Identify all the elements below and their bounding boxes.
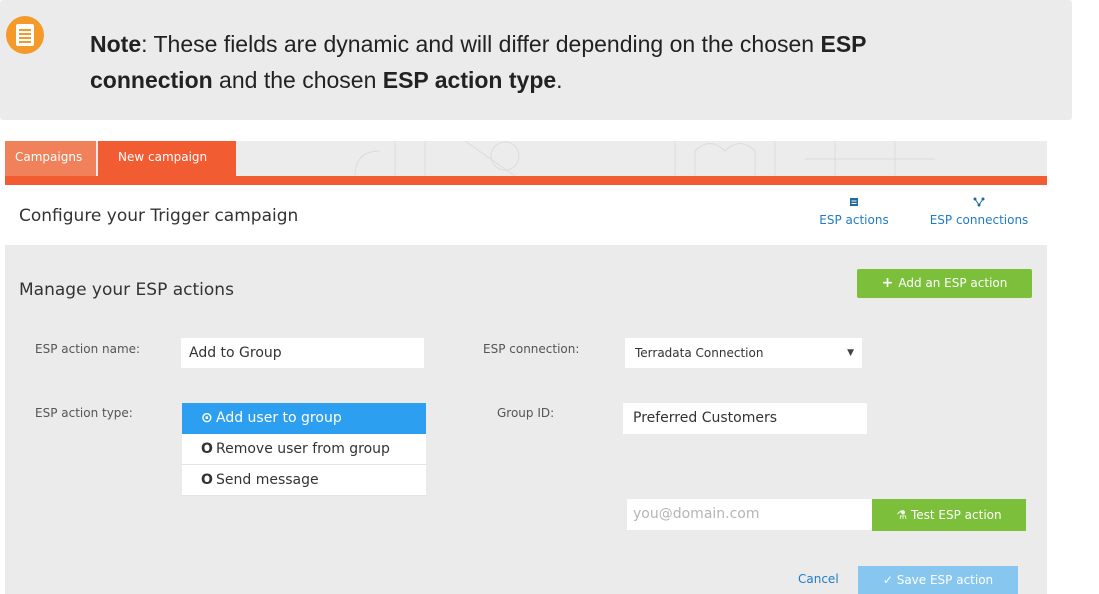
page-title: Configure your Trigger campaign <box>19 206 299 226</box>
section-title: Manage your ESP actions <box>19 280 234 300</box>
network-icon <box>920 197 1038 213</box>
plus-icon: + <box>881 275 894 291</box>
esp-connections-link[interactable]: ESP connections <box>920 197 1038 227</box>
save-esp-action-button[interactable]: ✓ Save ESP action <box>858 566 1018 594</box>
flask-icon: ⚗ <box>896 508 911 522</box>
app-window: Campaigns New campaign Configure your Tr… <box>5 141 1047 594</box>
esp-action-name-input[interactable]: Add to Group <box>181 338 424 368</box>
note-label: Note <box>90 31 142 57</box>
esp-connection-select[interactable]: Terradata Connection ▼ <box>625 338 862 368</box>
note-text: Note: These fields are dynamic and will … <box>90 31 867 93</box>
esp-action-type-label: ESP action type: <box>35 406 133 420</box>
option-add-user-to-group[interactable]: ⊙ Add user to group <box>182 403 426 434</box>
esp-connection-value: Terradata Connection <box>635 346 764 360</box>
esp-connections-label: ESP connections <box>929 213 1029 227</box>
radio-selected-icon: ⊙ <box>201 410 213 426</box>
radio-icon: O <box>201 441 213 457</box>
tab-campaigns[interactable]: Campaigns <box>5 141 96 176</box>
option-send-message[interactable]: O Send message <box>182 465 426 496</box>
tab-bar: Campaigns New campaign <box>5 141 1047 177</box>
note-bold-action-type: ESP action type <box>382 67 557 93</box>
note-icon <box>6 16 44 54</box>
accent-strip <box>5 176 1047 185</box>
esp-action-name-label: ESP action name: <box>35 342 141 356</box>
page-header: Configure your Trigger campaign ESP acti… <box>5 185 1047 245</box>
radio-icon: O <box>201 472 213 488</box>
test-email-field[interactable] <box>627 499 872 530</box>
option-remove-user-from-group[interactable]: O Remove user from group <box>182 434 426 465</box>
checkmark-icon: ✓ <box>882 573 897 587</box>
esp-actions-label: ESP actions <box>819 213 889 227</box>
note-callout: Note: These fields are dynamic and will … <box>0 0 1072 120</box>
esp-connection-label: ESP connection: <box>483 342 580 356</box>
background-decoration <box>354 141 935 176</box>
dropdown-arrow-icon: ▼ <box>847 348 854 358</box>
add-esp-action-button[interactable]: + Add an ESP action <box>857 269 1032 298</box>
test-esp-action-button[interactable]: ⚗ Test ESP action <box>872 499 1026 531</box>
group-id-input[interactable]: Preferred Customers <box>623 403 867 434</box>
cancel-link[interactable]: Cancel <box>798 572 839 586</box>
test-email-input[interactable] <box>633 506 863 522</box>
esp-action-type-options: ⊙ Add user to group O Remove user from gro… <box>182 403 426 496</box>
group-id-label: Group ID: <box>497 406 555 420</box>
esp-actions-link[interactable]: ESP actions <box>814 197 894 227</box>
document-icon <box>814 197 894 213</box>
